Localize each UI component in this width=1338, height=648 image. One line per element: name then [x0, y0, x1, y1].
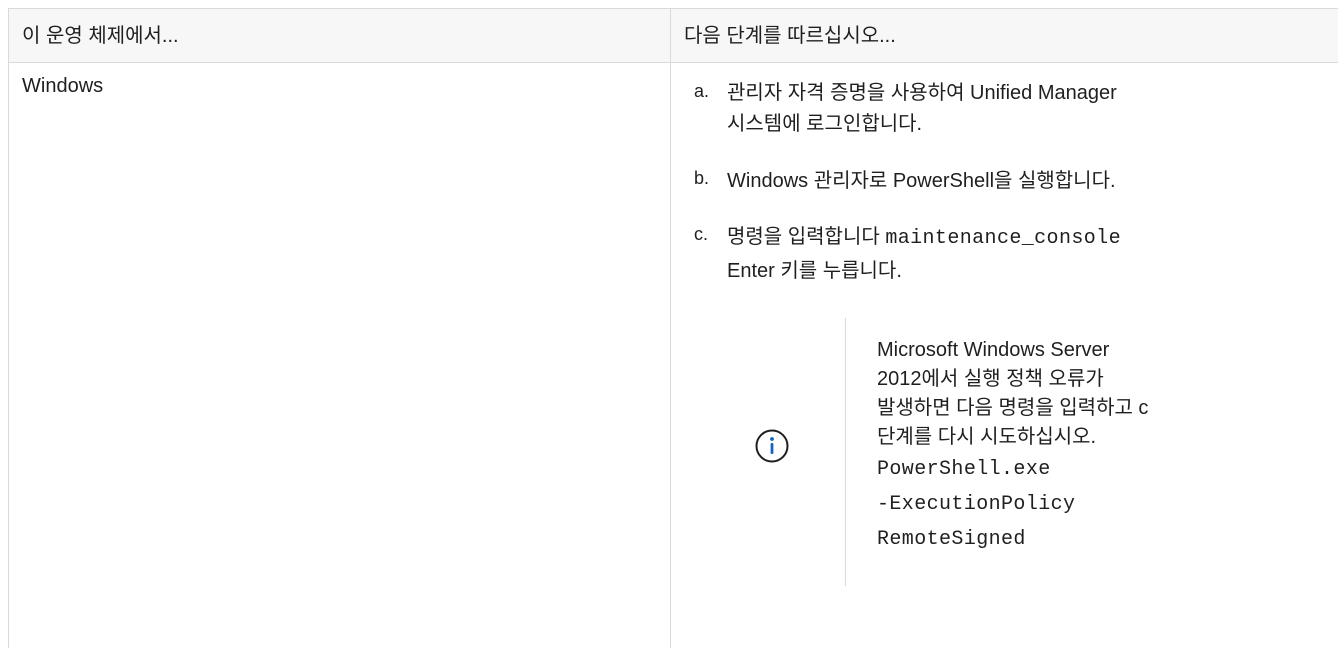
info-icon — [755, 429, 789, 463]
step-c-line-2: Enter 키를 누릅니다. — [727, 260, 902, 282]
maintenance-console-command: maintenance_console — [885, 227, 1121, 250]
table-column-divider — [670, 8, 671, 648]
table-border-top — [8, 8, 1338, 9]
table-header-row — [9, 9, 1338, 62]
step-b-text: Windows 관리자로 PowerShell을 실행합니다. — [727, 170, 1116, 192]
note-line-4: 단계를 다시 시도하십시오. — [877, 426, 1097, 448]
step-a-marker: a. — [694, 81, 710, 101]
note-line-1: Microsoft Windows Server — [877, 339, 1110, 361]
note-line-3: 발생하면 다음 명령을 입력하고 c — [877, 397, 1149, 419]
note-line-2: 2012에서 실행 정책 오류가 — [877, 368, 1104, 390]
os-cell: Windows — [22, 75, 104, 97]
table-border-left — [8, 8, 9, 648]
step-a-line-1: 관리자 자격 증명을 사용하여 Unified Manager — [727, 82, 1117, 104]
step-c-line-1: 명령을 입력합니다 maintenance_console — [727, 222, 1121, 254]
step-c-text-before: 명령을 입력합니다 — [727, 226, 880, 248]
step-a-line-2: 시스템에 로그인합니다. — [727, 113, 923, 135]
note-command-line-1: PowerShell.exe — [877, 458, 1051, 481]
note-command-line-3: RemoteSigned — [877, 528, 1026, 551]
note-content: Microsoft Windows Server 2012에서 실행 정책 오류… — [877, 336, 1177, 557]
note-command-line-2: -ExecutionPolicy — [877, 493, 1076, 516]
note-divider — [845, 318, 846, 586]
header-steps-column: 다음 단계를 따르십시오... — [684, 25, 896, 47]
step-b-marker: b. — [694, 168, 710, 188]
step-c-marker: c. — [694, 224, 709, 244]
table-header-divider — [8, 62, 1338, 63]
header-os-column: 이 운영 체제에서... — [22, 25, 179, 47]
